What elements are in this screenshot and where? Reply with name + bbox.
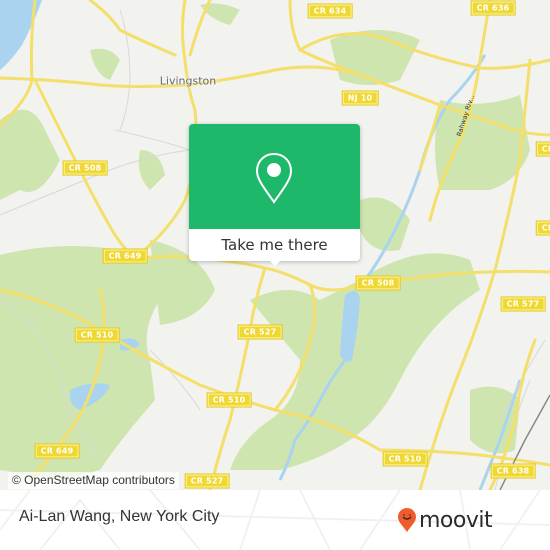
popup-pointer [267, 258, 283, 266]
map-attribution[interactable]: © OpenStreetMap contributors [8, 472, 179, 489]
location-title: Ai-Lan Wang, New York City [19, 508, 220, 525]
road-shield-cr510-mid: CR 510 [206, 392, 252, 408]
road-shield-edge: CR [535, 141, 550, 157]
road-shield-cr508-west: CR 508 [62, 160, 108, 176]
road-shield-cr649-north: CR 649 [102, 248, 148, 264]
road-shield-cr649-south: CR 649 [34, 443, 80, 459]
moovit-pin-icon [398, 508, 416, 532]
popup-header [189, 124, 360, 229]
road-shield-cr638: CR 638 [490, 463, 536, 479]
reservoir-water [0, 0, 42, 70]
location-pin-icon [255, 152, 293, 204]
road-shield-cr510-east: CR 510 [382, 451, 428, 467]
road-shield-cr577: CR 577 [500, 296, 546, 312]
road-shield-cr527-south: CR 527 [184, 473, 230, 489]
road-shield-cr508-east: CR 508 [355, 275, 401, 291]
moovit-wordmark: moovit [419, 507, 493, 533]
road-shield-edge: CR [535, 220, 550, 236]
moovit-logo[interactable]: moovit [398, 503, 493, 537]
footer-bar: Ai-Lan Wang, New York City moovit [0, 490, 550, 550]
road-shield-cr510-west: CR 510 [74, 327, 120, 343]
road-shield-cr527: CR 527 [237, 324, 283, 340]
road-shield-nj10: NJ 10 [341, 90, 379, 106]
place-label-livingston: Livingston [159, 74, 217, 88]
map-view[interactable]: Livingston Rahway Riv... CR 634 CR 636 N… [0, 0, 550, 490]
take-me-there-button[interactable]: Take me there [189, 229, 360, 261]
road-shield-cr634: CR 634 [307, 3, 353, 19]
location-popup: Take me there [189, 124, 360, 266]
road-shield-cr636: CR 636 [470, 0, 516, 16]
